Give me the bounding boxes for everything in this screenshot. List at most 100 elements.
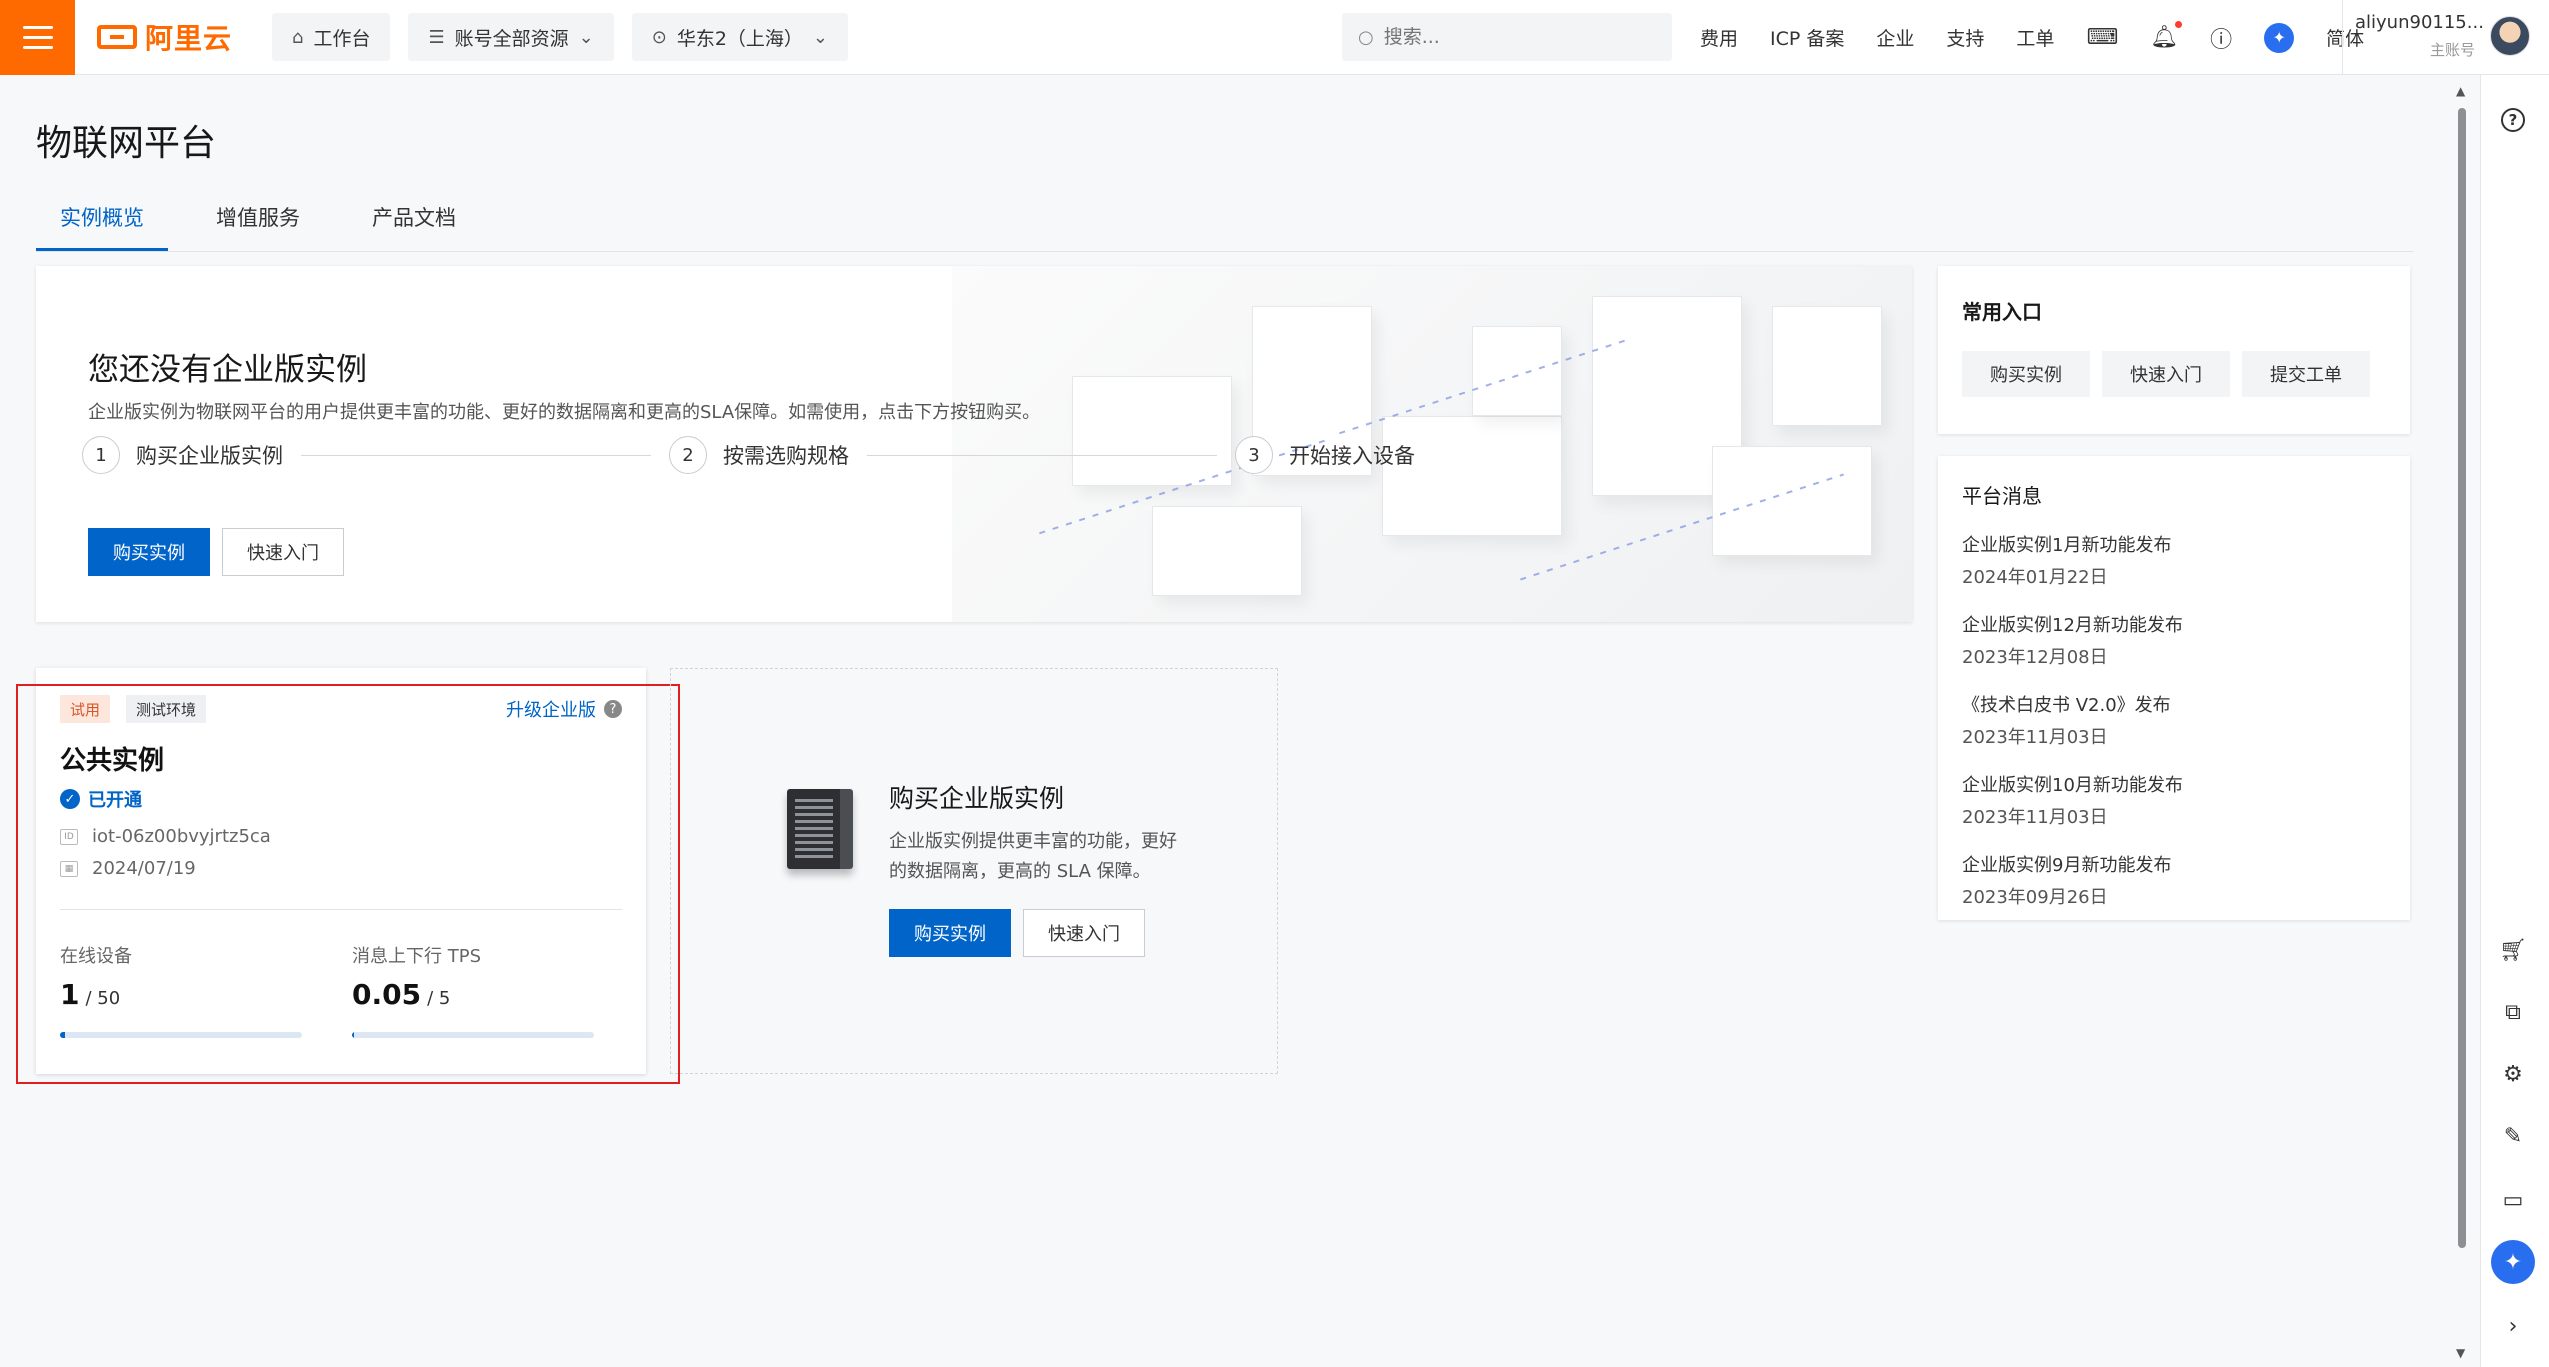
help-icon[interactable]: ? bbox=[2493, 100, 2533, 140]
check-circle-icon: ✓ bbox=[60, 789, 80, 809]
tab-instance-overview[interactable]: 实例概览 bbox=[36, 196, 168, 251]
server-stack-icon: ☰ bbox=[428, 26, 445, 48]
aliyun-logo-icon bbox=[97, 25, 137, 49]
news-item[interactable]: 企业版实例12月新功能发布 2023年12月08日 bbox=[1962, 611, 2386, 669]
ai-assistant-icon[interactable]: ✦ bbox=[2491, 1240, 2535, 1284]
top-link-ticket[interactable]: 工单 bbox=[2016, 24, 2054, 51]
quick-entry-panel: 常用入口 购买实例 快速入门 提交工单 bbox=[1938, 266, 2410, 434]
ai-assistant-icon[interactable]: ✦ bbox=[2264, 22, 2295, 53]
buy-card-title: 购买企业版实例 bbox=[889, 784, 1065, 813]
resource-label: 账号全部资源 bbox=[454, 27, 569, 50]
scroll-down-arrow-icon[interactable]: ▼ bbox=[2456, 1346, 2465, 1360]
notification-dot bbox=[2175, 21, 2183, 28]
resource-selector[interactable]: ☰ 账号全部资源 ⌄ bbox=[408, 13, 614, 61]
terminal-icon[interactable]: ⌨ bbox=[2086, 25, 2118, 50]
test-env-tag: 测试环境 bbox=[126, 695, 207, 723]
status-label: 已开通 bbox=[88, 790, 142, 811]
news-item[interactable]: 企业版实例1月新功能发布 2024年01月22日 bbox=[1962, 531, 2386, 589]
scrollbar-thumb[interactable] bbox=[2458, 108, 2466, 1248]
step-3: 3 开始接入设备 bbox=[1235, 436, 1415, 474]
news-item-title[interactable]: 《技术白皮书 V2.0》发布 bbox=[1962, 691, 2386, 717]
public-instance-card[interactable]: 试用 测试环境 升级企业版 ? 公共实例 ✓ 已开通 ID iot-06z00b… bbox=[36, 668, 646, 1074]
edit-icon[interactable]: ✎ bbox=[2493, 1116, 2533, 1156]
news-item[interactable]: 企业版实例9月新功能发布 2023年09月26日 bbox=[1962, 851, 2386, 909]
platform-news-panel: 平台消息 企业版实例1月新功能发布 2024年01月22日 企业版实例12月新功… bbox=[1938, 456, 2410, 920]
news-item-date: 2023年11月03日 bbox=[1962, 807, 2108, 828]
upgrade-label: 升级企业版 bbox=[506, 700, 596, 721]
aliyun-logo[interactable]: 阿里云 bbox=[97, 17, 232, 57]
question-icon[interactable]: ? bbox=[604, 700, 622, 718]
online-devices-progress bbox=[60, 1032, 302, 1038]
step-connector bbox=[301, 454, 651, 456]
chevron-right-icon[interactable]: › bbox=[2493, 1306, 2533, 1346]
hamburger-menu-icon[interactable] bbox=[0, 0, 75, 75]
news-item-title[interactable]: 企业版实例1月新功能发布 bbox=[1962, 531, 2386, 557]
step-2: 2 按需选购规格 bbox=[669, 436, 849, 474]
top-link-icp[interactable]: ICP 备案 bbox=[1770, 24, 1844, 51]
news-title: 平台消息 bbox=[1962, 484, 2042, 508]
news-item-title[interactable]: 企业版实例12月新功能发布 bbox=[1962, 611, 2386, 637]
quick-entry-buttons: 购买实例 快速入门 提交工单 bbox=[1962, 351, 2386, 397]
purchase-steps: 1 购买企业版实例 2 按需选购规格 3 开始接入设备 bbox=[82, 436, 1415, 474]
enterprise-banner: 您还没有企业版实例 企业版实例为物联网平台的用户提供更丰富的功能、更好的数据隔离… bbox=[36, 266, 1912, 622]
upgrade-enterprise-link[interactable]: 升级企业版 ? bbox=[506, 696, 622, 722]
instance-name: 公共实例 bbox=[60, 746, 165, 776]
tps-label: 消息上下行 TPS bbox=[352, 946, 481, 967]
avatar[interactable] bbox=[2490, 16, 2530, 56]
news-item[interactable]: 《技术白皮书 V2.0》发布 2023年11月03日 bbox=[1962, 691, 2386, 749]
banner-title: 您还没有企业版实例 bbox=[88, 352, 367, 388]
feedback-icon[interactable]: ▭ bbox=[2493, 1180, 2533, 1220]
workbench-button[interactable]: ⌂ 工作台 bbox=[272, 13, 391, 61]
card-divider bbox=[60, 909, 622, 910]
online-devices-label: 在线设备 bbox=[60, 946, 132, 967]
search-input[interactable] bbox=[1383, 26, 1634, 48]
instance-id-row: ID iot-06z00bvyjrtz5ca bbox=[60, 826, 271, 847]
news-item-date: 2023年12月08日 bbox=[1962, 647, 2108, 668]
online-devices-metric: 在线设备 1/ 50 bbox=[60, 942, 132, 1011]
news-item-title[interactable]: 企业版实例9月新功能发布 bbox=[1962, 851, 2386, 877]
quickstart-button[interactable]: 快速入门 bbox=[222, 528, 344, 576]
instance-status: ✓ 已开通 bbox=[60, 786, 142, 812]
quickstart-button[interactable]: 快速入门 bbox=[1023, 909, 1145, 957]
account-role: 主账号 bbox=[2429, 41, 2475, 59]
instance-id: iot-06z00bvyjrtz5ca bbox=[92, 826, 271, 847]
trial-tag: 试用 bbox=[60, 695, 111, 723]
help-icon[interactable]: ⓘ bbox=[2210, 22, 2232, 54]
account-menu[interactable]: aliyun90115... 主账号 bbox=[2355, 12, 2484, 60]
right-tool-rail bbox=[2480, 75, 2549, 1367]
chevron-down-icon: ⌄ bbox=[812, 26, 828, 48]
buy-card-actions: 购买实例 快速入门 bbox=[889, 909, 1145, 957]
banner-actions: 购买实例 快速入门 bbox=[88, 528, 344, 576]
news-item-title[interactable]: 企业版实例10月新功能发布 bbox=[1962, 771, 2386, 797]
buy-instance-button[interactable]: 购买实例 bbox=[88, 528, 210, 576]
quick-buy-instance-button[interactable]: 购买实例 bbox=[1962, 351, 2090, 397]
gear-icon[interactable]: ⚙ bbox=[2493, 1054, 2533, 1094]
step-number: 3 bbox=[1235, 436, 1273, 474]
quick-submit-ticket-button[interactable]: 提交工单 bbox=[2242, 351, 2370, 397]
step-number: 2 bbox=[669, 436, 707, 474]
region-selector[interactable]: ⊙ 华东2（上海） ⌄ bbox=[631, 13, 848, 61]
api-icon[interactable]: ⧉ bbox=[2493, 992, 2533, 1032]
top-link-enterprise[interactable]: 企业 bbox=[1876, 24, 1914, 51]
tab-value-added-services[interactable]: 增值服务 bbox=[192, 196, 324, 251]
top-link-support[interactable]: 支持 bbox=[1946, 24, 1984, 51]
id-icon: ID bbox=[60, 828, 78, 845]
news-item-date: 2023年09月26日 bbox=[1962, 887, 2108, 908]
tps-progress bbox=[352, 1032, 594, 1038]
buy-instance-button[interactable]: 购买实例 bbox=[889, 909, 1011, 957]
global-search[interactable]: ○ bbox=[1342, 13, 1672, 61]
buy-card-description: 企业版实例提供更丰富的功能，更好的数据隔离，更高的 SLA 保障。 bbox=[889, 831, 1177, 882]
bell-icon[interactable]: 🔔︎ bbox=[2150, 21, 2183, 50]
calendar-icon: ▦ bbox=[60, 860, 78, 877]
news-item-date: 2023年11月03日 bbox=[1962, 727, 2108, 748]
step-label: 按需选购规格 bbox=[723, 444, 849, 468]
cart-icon[interactable]: 🛒︎ bbox=[2493, 930, 2533, 970]
top-link-billing[interactable]: 费用 bbox=[1700, 24, 1738, 51]
tab-product-docs[interactable]: 产品文档 bbox=[348, 196, 480, 251]
quick-quickstart-button[interactable]: 快速入门 bbox=[2102, 351, 2230, 397]
news-item[interactable]: 企业版实例10月新功能发布 2023年11月03日 bbox=[1962, 771, 2386, 829]
tps-metric: 消息上下行 TPS 0.05/ 5 bbox=[352, 942, 481, 1011]
scroll-up-arrow-icon[interactable]: ▲ bbox=[2456, 84, 2465, 98]
tps-progress-fill bbox=[352, 1032, 355, 1038]
step-connector bbox=[867, 454, 1217, 456]
